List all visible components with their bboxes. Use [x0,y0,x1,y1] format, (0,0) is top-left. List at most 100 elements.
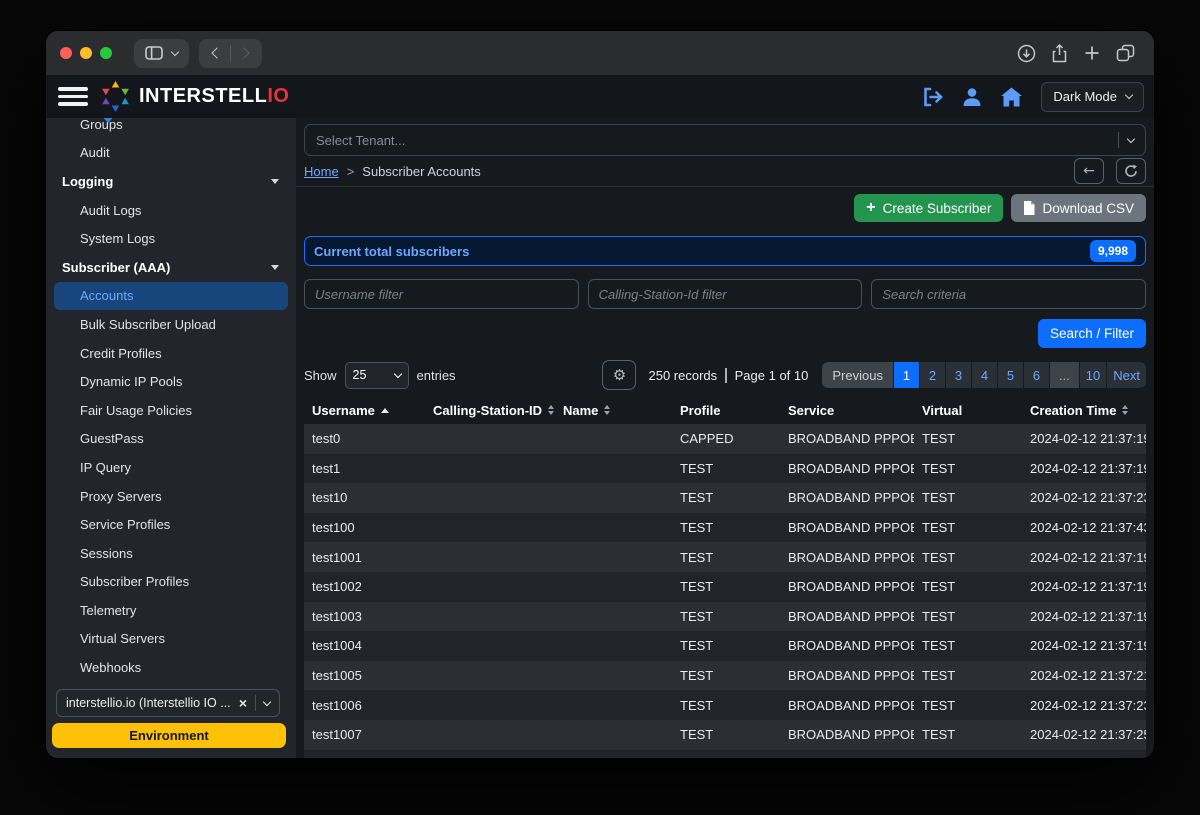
table-row[interactable]: test1004TESTBROADBAND PPPOETEST2024-02-1… [304,631,1146,661]
page-5[interactable]: 5 [998,362,1023,388]
sidebar-item-label: Virtual Servers [80,631,165,646]
sidebar-item-credit-profiles[interactable]: Credit Profiles [46,339,296,368]
sidebar-item-webhooks[interactable]: Webhooks [46,653,296,682]
new-tab-icon[interactable] [1077,39,1107,67]
create-subscriber-button[interactable]: + Create Subscriber [854,194,1003,222]
table-cell [555,631,672,661]
share-icon[interactable] [1044,39,1074,67]
sidebar-tenant-select[interactable]: interstellio.io (Interstellio IO ... × [56,689,280,717]
menu-toggle-button[interactable] [56,85,90,109]
tab-overview-icon[interactable] [1110,39,1140,67]
sidebar-item-system-logs[interactable]: System Logs [46,224,296,253]
refresh-button[interactable] [1116,158,1146,184]
table-cell [425,750,555,758]
page-10[interactable]: 10 [1080,362,1106,388]
home-icon[interactable] [996,83,1026,111]
sidebar-item-subscriber-profiles[interactable]: Subscriber Profiles [46,568,296,597]
sidebar-item-ip-query[interactable]: IP Query [46,453,296,482]
clear-tenant-icon[interactable]: × [239,695,247,711]
table-cell: BROADBAND PPPOE [780,720,914,750]
sidebar-item-label: Subscriber Profiles [80,574,189,589]
sidebar-item-audit-logs[interactable]: Audit Logs [46,196,296,225]
entries-per-page-select[interactable]: 25 [345,362,409,389]
table-cell: CAPPED [672,424,780,454]
sidebar-item-bulk-subscriber-upload[interactable]: Bulk Subscriber Upload [46,310,296,339]
page-1[interactable]: 1 [894,362,919,388]
table-row[interactable]: test1001TESTBROADBAND PPPOETEST2024-02-1… [304,542,1146,572]
table-header-row: UsernameCalling-Station-IDNameProfileSer… [304,396,1146,424]
table-cell: 2024-02-12 21:37:23 [1022,483,1146,513]
page-3[interactable]: 3 [946,362,971,388]
page-next[interactable]: Next [1107,362,1146,388]
column-header-creation-time[interactable]: Creation Time [1022,396,1146,424]
sidebar: GroupsAuditLoggingAudit LogsSystem LogsS… [46,118,296,758]
search-criteria-input[interactable] [871,279,1146,309]
sidebar-toggle-button[interactable] [134,39,189,68]
table-row[interactable]: test1006TESTBROADBAND PPPOETEST2024-02-1… [304,690,1146,720]
caret-down-icon [271,179,279,184]
download-csv-button[interactable]: Download CSV [1011,194,1146,222]
table-row[interactable]: test100TESTBROADBAND PPPOETEST2024-02-12… [304,513,1146,543]
back-icon[interactable] [211,47,222,58]
refresh-icon [1124,164,1138,178]
downloads-icon[interactable] [1011,39,1041,67]
search-filter-button[interactable]: Search / Filter [1038,319,1146,348]
sidebar-item-virtual-servers[interactable]: Virtual Servers [46,625,296,654]
table-row[interactable]: test1005TESTBROADBAND PPPOETEST2024-02-1… [304,661,1146,691]
table-cell: test1007 [304,720,425,750]
theme-mode-button[interactable]: Dark Mode [1041,82,1144,112]
sidebar-item-audit[interactable]: Audit [46,139,296,168]
table-row[interactable]: test1TESTBROADBAND PPPOETEST2024-02-12 2… [304,454,1146,484]
tenant-select-input[interactable]: Select Tenant... [304,124,1146,156]
page-6[interactable]: 6 [1024,362,1049,388]
table-row[interactable]: test1008TESTBROADBAND PPPOETEST2024-02-1… [304,750,1146,758]
zoom-window-button[interactable] [100,47,112,59]
sidebar-item-label: Logging [62,174,113,189]
forward-icon[interactable] [238,47,249,58]
table-settings-button[interactable]: ⚙ [602,360,636,390]
close-window-button[interactable] [60,47,72,59]
sidebar-item-sessions[interactable]: Sessions [46,539,296,568]
sidebar-item-service-profiles[interactable]: Service Profiles [46,510,296,539]
sidebar-item-guestpass[interactable]: GuestPass [46,425,296,454]
environment-button[interactable]: Environment [52,723,286,748]
logout-icon[interactable] [918,83,948,111]
actions-row: + Create Subscriber Download CSV [304,187,1146,230]
sidebar-item-subscriber-aaa[interactable]: Subscriber (AAA) [46,253,296,282]
table-row[interactable]: test1003TESTBROADBAND PPPOETEST2024-02-1… [304,602,1146,632]
table-cell [555,602,672,632]
table-cell [555,690,672,720]
profile-icon[interactable] [957,83,987,111]
table-row[interactable]: test10TESTBROADBAND PPPOETEST2024-02-12 … [304,483,1146,513]
sidebar-item-groups[interactable]: Groups [46,118,296,139]
table-cell: BROADBAND PPPOE [780,661,914,691]
sidebar-item-telemetry[interactable]: Telemetry [46,596,296,625]
page-previous[interactable]: Previous [822,362,893,388]
page-4[interactable]: 4 [972,362,997,388]
back-button[interactable]: ← [1074,158,1104,184]
sidebar-item-label: Credit Profiles [80,346,162,361]
column-header-calling-station-id[interactable]: Calling-Station-ID [425,396,555,424]
sidebar-item-fair-usage-policies[interactable]: Fair Usage Policies [46,396,296,425]
username-filter-input[interactable] [304,279,579,309]
table-cell [425,720,555,750]
table-row[interactable]: test1002TESTBROADBAND PPPOETEST2024-02-1… [304,572,1146,602]
browser-titlebar [46,31,1154,75]
table-cell: TEST [914,631,1022,661]
sidebar-item-logging[interactable]: Logging [46,167,296,196]
minimize-window-button[interactable] [80,47,92,59]
sidebar-item-dynamic-ip-pools[interactable]: Dynamic IP Pools [46,367,296,396]
table-cell: TEST [672,661,780,691]
table-cell: TEST [672,483,780,513]
column-header-username[interactable]: Username [304,396,425,424]
table-row[interactable]: test0CAPPEDBROADBAND PPPOETEST2024-02-12… [304,424,1146,454]
table-row[interactable]: test1007TESTBROADBAND PPPOETEST2024-02-1… [304,720,1146,750]
breadcrumb-home-link[interactable]: Home [304,164,339,179]
sidebar-item-accounts[interactable]: Accounts [54,282,288,311]
table-cell: test100 [304,513,425,543]
sidebar-item-proxy-servers[interactable]: Proxy Servers [46,482,296,511]
calling-station-filter-input[interactable] [588,279,863,309]
page-2[interactable]: 2 [920,362,945,388]
column-header-name[interactable]: Name [555,396,672,424]
sidebar-item-label: Accounts [80,288,133,303]
